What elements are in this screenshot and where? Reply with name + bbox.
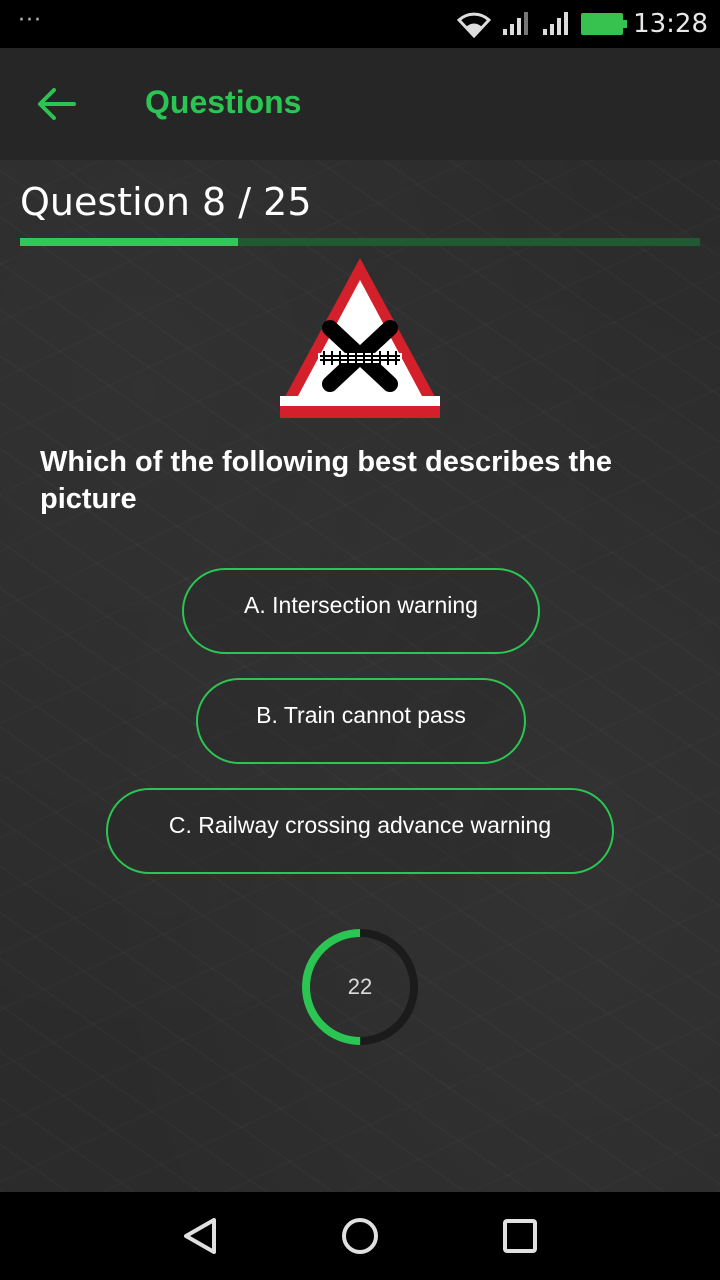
railway-crossing-sign-image [280, 258, 440, 418]
question-counter: Question 8 / 25 [20, 180, 312, 224]
answer-option-a[interactable]: A. Intersection warning [182, 568, 540, 654]
more-dots-icon: ··· [18, 8, 42, 33]
app-bar: Questions [0, 48, 720, 160]
question-text: Which of the following best describes th… [40, 446, 612, 515]
answer-option-b[interactable]: B. Train cannot pass [196, 678, 526, 764]
battery-charging-icon [581, 13, 628, 35]
answer-option-label: C. Railway crossing advance warning [168, 812, 552, 838]
system-nav-bar [0, 1192, 720, 1280]
page-title: Questions [145, 84, 302, 120]
answer-option-label: A. Intersection warning [244, 592, 478, 618]
arrow-left-icon[interactable] [36, 86, 76, 122]
quiz-progress-fill [20, 238, 238, 246]
status-bar: ··· 13:28 [0, 0, 720, 48]
answer-option-label: B. Train cannot pass [256, 702, 466, 728]
signal-icon [543, 12, 569, 35]
recents-square-icon[interactable] [494, 1210, 546, 1262]
back-triangle-icon[interactable] [174, 1210, 226, 1262]
status-time: 13:28 [633, 9, 708, 39]
signal-icon [503, 12, 529, 35]
quiz-progress-bar [20, 238, 700, 246]
wifi-icon [457, 12, 492, 38]
home-circle-icon[interactable] [334, 1210, 386, 1262]
answer-option-c[interactable]: C. Railway crossing advance warning [106, 788, 614, 874]
timer-value: 22 [347, 974, 373, 999]
